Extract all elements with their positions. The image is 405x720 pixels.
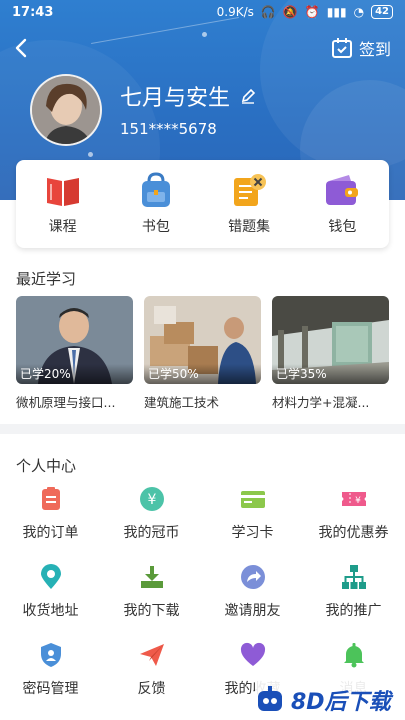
menu-my-coupons[interactable]: ¥ 我的优惠券	[303, 486, 404, 542]
svg-text:¥: ¥	[355, 496, 361, 506]
robot-icon	[258, 686, 282, 711]
phone-number: 151****5678	[120, 120, 217, 138]
quick-item-course[interactable]: 课程	[23, 172, 103, 236]
personal-center-title: 个人中心	[16, 457, 77, 475]
quick-item-schoolbag[interactable]: 书包	[116, 172, 196, 236]
menu-label: 密码管理	[22, 681, 79, 697]
quick-item-wallet[interactable]: 钱包	[302, 172, 382, 236]
svg-text:¥: ¥	[147, 492, 156, 508]
recent-section-title: 最近学习	[16, 270, 77, 288]
menu-shipping-address[interactable]: 收货地址	[0, 564, 101, 620]
order-icon	[41, 487, 60, 510]
quick-item-label: 书包	[141, 219, 170, 235]
location-icon	[40, 564, 61, 589]
menu-password-management[interactable]: 密码管理	[0, 642, 101, 698]
avatar[interactable]	[30, 74, 102, 146]
headphone-icon: 🎧	[260, 5, 276, 19]
header-decoration-dot	[202, 32, 207, 37]
course-thumbnail: 已学35%	[272, 296, 389, 384]
download-icon	[140, 566, 163, 588]
personal-center-grid: 我的订单 ¥ 我的冠币 学习卡 ¥ 我的优惠券 收货地址 我的下载 邀请朋友 我…	[0, 486, 405, 698]
menu-label: 邀请朋友	[224, 603, 281, 619]
menu-label: 我的下载	[123, 603, 180, 619]
quick-menu: 课程 书包 错题集 钱包	[16, 160, 389, 248]
course-title: 建筑施工技术	[144, 395, 220, 410]
error-book-icon	[234, 174, 267, 206]
course-progress: 已学20%	[16, 364, 133, 384]
menu-feedback[interactable]: 反馈	[101, 642, 202, 698]
watermark-logo: 8D后下载	[255, 680, 405, 720]
edit-icon[interactable]	[240, 88, 256, 104]
status-bar: 17:43 0.9K/s 🎧 🔕 ⏰ ▮▮▮ ◔ 42	[0, 0, 405, 24]
quick-item-label: 钱包	[328, 219, 357, 235]
recent-course-card[interactable]: 已学20% 微机原理与接口...	[16, 296, 133, 411]
menu-label: 反馈	[137, 681, 166, 697]
menu-study-card[interactable]: 学习卡	[202, 486, 303, 542]
watermark-text: 8D后下载	[291, 690, 391, 715]
menu-my-promotion[interactable]: 我的推广	[303, 564, 404, 620]
book-icon	[46, 178, 79, 206]
header-decoration-dot	[88, 152, 93, 157]
course-progress: 已学35%	[272, 364, 389, 384]
menu-label: 我的订单	[22, 525, 79, 541]
share-icon	[240, 565, 265, 589]
calendar-check-icon	[331, 38, 352, 58]
signin-button[interactable]: 签到	[331, 36, 391, 60]
menu-my-coins[interactable]: ¥ 我的冠币	[101, 486, 202, 542]
course-progress: 已学50%	[144, 364, 261, 384]
mute-icon: 🔕	[282, 5, 298, 19]
section-divider	[0, 424, 405, 434]
menu-my-downloads[interactable]: 我的下载	[101, 564, 202, 620]
schoolbag-icon	[141, 172, 170, 207]
bell-icon	[343, 643, 364, 668]
promotion-icon	[341, 565, 366, 589]
alarm-icon: ⏰	[304, 5, 320, 19]
menu-label: 我的优惠券	[318, 525, 389, 541]
menu-my-orders[interactable]: 我的订单	[0, 486, 101, 542]
card-icon	[240, 491, 265, 508]
shield-icon	[40, 643, 61, 667]
menu-label: 我的推广	[325, 603, 382, 619]
menu-label: 收货地址	[22, 603, 79, 619]
menu-label: 学习卡	[231, 525, 274, 541]
heart-icon	[240, 642, 265, 666]
chevron-left-icon	[15, 38, 27, 58]
battery-icon: 42	[371, 5, 393, 19]
signal-icon: ▮▮▮	[326, 5, 347, 19]
wallet-icon	[326, 175, 359, 205]
course-thumbnail: 已学50%	[144, 296, 261, 384]
course-title: 微机原理与接口...	[16, 395, 116, 410]
paper-plane-icon	[139, 644, 164, 666]
back-button[interactable]	[12, 37, 32, 59]
username: 七月与安生	[120, 80, 256, 112]
wifi-icon: ◔	[353, 5, 365, 19]
coin-icon: ¥	[139, 487, 164, 511]
coupon-icon: ¥	[341, 492, 366, 506]
menu-label: 我的冠币	[123, 525, 180, 541]
recent-course-card[interactable]: 已学35% 材料力学+混凝...	[272, 296, 389, 411]
status-time: 17:43	[12, 4, 54, 20]
signin-label: 签到	[358, 40, 391, 59]
course-thumbnail: 已学20%	[16, 296, 133, 384]
quick-item-label: 课程	[48, 219, 77, 235]
menu-invite-friends[interactable]: 邀请朋友	[202, 564, 303, 620]
username-text: 七月与安生	[120, 86, 231, 111]
recent-course-card[interactable]: 已学50% 建筑施工技术	[144, 296, 261, 411]
course-title: 材料力学+混凝...	[272, 395, 370, 410]
quick-item-error-book[interactable]: 错题集	[209, 172, 289, 236]
network-speed: 0.9K/s	[216, 5, 254, 19]
recent-course-list: 已学20% 微机原理与接口... 已学50% 建筑施工技术 已学35% 材料力学…	[16, 296, 405, 411]
quick-item-label: 错题集	[228, 219, 271, 235]
